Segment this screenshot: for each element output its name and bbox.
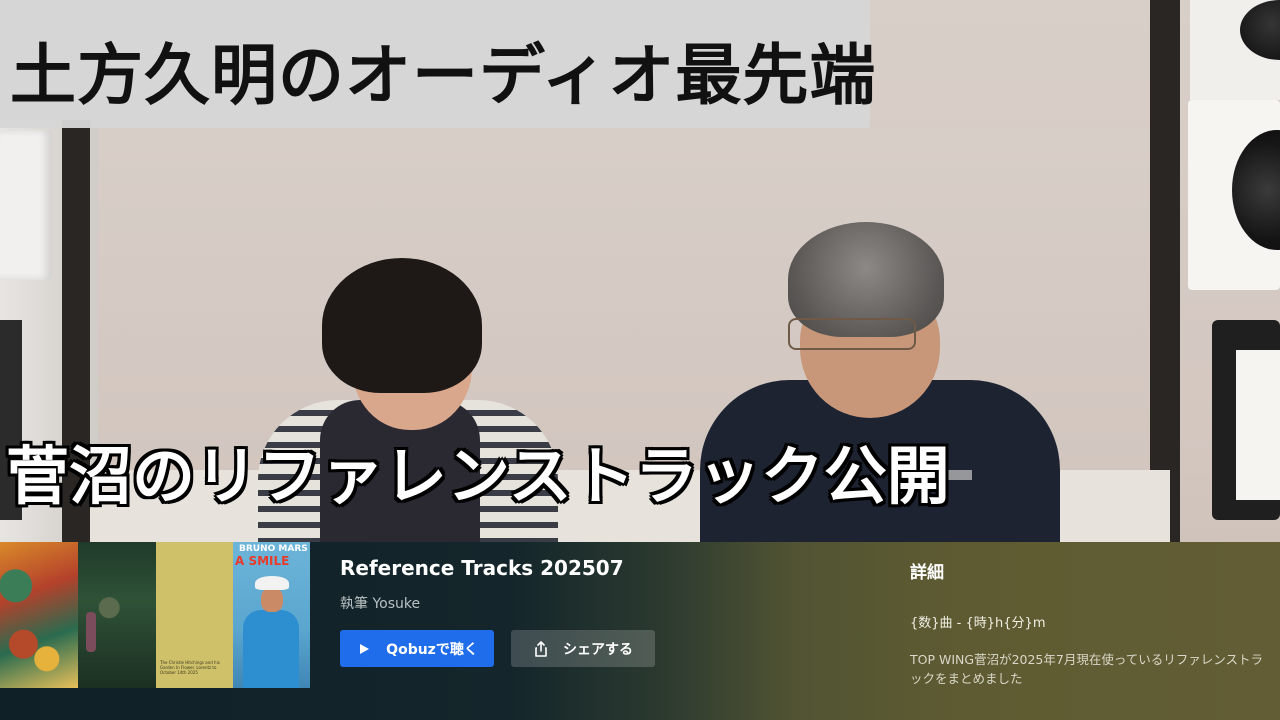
speaker-left-upper [0,130,52,280]
playlist-cover-mosaic[interactable]: The Christie Hitchings and his Garden In… [0,542,310,688]
album-cover-4-artist: BRUNO MARS [239,544,308,554]
album-cover-1 [0,542,78,688]
cover-hat [255,576,289,590]
playlist-title: Reference Tracks 202507 [340,556,624,580]
listen-button-label: Qobuzで聴く [386,641,478,658]
album-cover-4-title: A SMILE [235,554,290,568]
episode-caption: 菅沼のリファレンストラック公開 [6,440,950,513]
playlist-card: The Christie Hitchings and his Garden In… [0,542,1280,720]
speaker-right-lower-face [1236,350,1280,500]
album-cover-3: The Christie Hitchings and his Garden In… [156,542,233,688]
share-icon [533,640,549,657]
listen-on-qobuz-button[interactable]: Qobuzで聴く [340,630,494,667]
play-icon [356,641,372,657]
share-button[interactable]: シェアする [511,630,655,667]
show-title-bar: 土方久明のオーディオ最先端 [0,0,875,128]
person-right-glasses [788,318,916,350]
show-title: 土方久明のオーディオ最先端 [10,37,877,114]
details-track-count-duration: {数}曲 - {時}h{分}m [910,616,1046,631]
cover-suit [243,610,299,688]
album-cover-3-text: The Christie Hitchings and his Garden In… [160,660,220,675]
share-button-label: シェアする [563,641,633,658]
playlist-author: 執筆 Yosuke [340,596,421,612]
details-description: TOP WING菅沼が2025年7月現在使っているリファレンストラックをまとめま… [910,652,1263,686]
person-left-hair [322,258,482,393]
details-heading: 詳細 [910,563,944,583]
album-cover-2 [78,542,156,688]
cover-figure [86,612,96,652]
album-cover-4: BRUNO MARS A SMILE [233,542,310,688]
cover-face [261,588,283,612]
